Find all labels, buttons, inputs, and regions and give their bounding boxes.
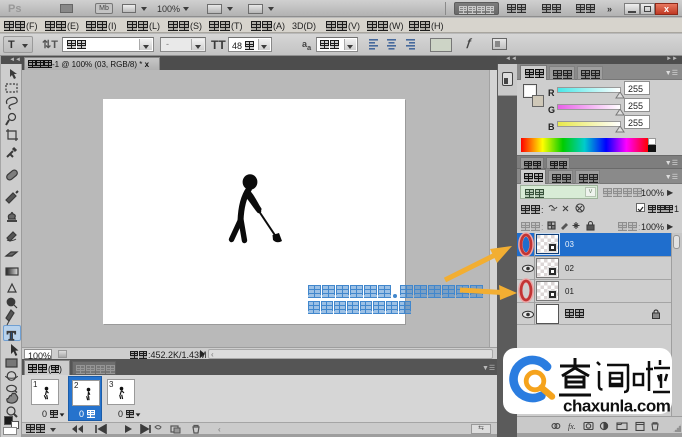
svg-text:T: T bbox=[7, 328, 16, 343]
svg-text:fx.: fx. bbox=[568, 422, 576, 431]
svg-text:chaxunla.com: chaxunla.com bbox=[563, 397, 671, 416]
